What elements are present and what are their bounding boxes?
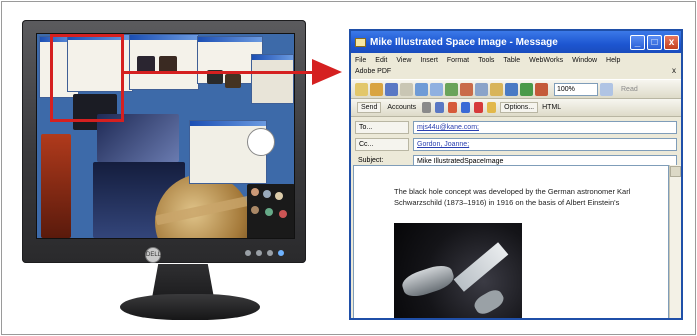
drawing-icon[interactable] bbox=[535, 82, 548, 96]
email-toolbar: Send Accounts Options... HTML bbox=[351, 99, 681, 117]
menu-bar: File Edit View Insert Format Tools Table… bbox=[351, 53, 681, 79]
menu-view[interactable]: View bbox=[396, 55, 411, 66]
importance-high-icon[interactable] bbox=[448, 102, 458, 113]
copy-icon[interactable] bbox=[475, 82, 488, 96]
cc-button[interactable]: Cc... bbox=[355, 138, 409, 151]
menu-tools[interactable]: Tools bbox=[478, 55, 494, 66]
read-button[interactable]: Read bbox=[621, 86, 638, 93]
print-icon[interactable] bbox=[415, 82, 428, 96]
zoom-select[interactable]: 100% bbox=[554, 82, 598, 96]
cut-icon[interactable] bbox=[460, 82, 473, 96]
monitor-button bbox=[245, 250, 251, 256]
menu-help[interactable]: Help bbox=[606, 55, 620, 66]
planet-thumbnail bbox=[263, 190, 271, 198]
new-icon[interactable] bbox=[355, 82, 368, 96]
menu-file[interactable]: File bbox=[355, 55, 366, 66]
planet-thumbnail bbox=[279, 210, 287, 218]
spacecraft-arm bbox=[453, 242, 509, 292]
undo-icon[interactable] bbox=[505, 82, 518, 96]
address-book-icon[interactable] bbox=[435, 102, 445, 113]
open-icon[interactable] bbox=[370, 82, 383, 96]
desktop-image bbox=[41, 134, 71, 238]
menu-close-button[interactable]: x bbox=[672, 65, 676, 76]
vertical-scrollbar[interactable] bbox=[669, 165, 681, 318]
flag-icon[interactable] bbox=[474, 102, 484, 113]
monitor-neck bbox=[152, 264, 214, 298]
save-icon[interactable] bbox=[385, 82, 398, 96]
menu-format[interactable]: Format bbox=[447, 55, 469, 66]
spacecraft-module bbox=[471, 286, 507, 318]
desktop-window bbox=[251, 54, 294, 104]
help-icon[interactable] bbox=[600, 82, 613, 96]
standard-toolbar: 100% Read bbox=[351, 79, 681, 99]
clock-face bbox=[247, 128, 275, 156]
menu-adobe-pdf[interactable]: Adobe PDF bbox=[355, 66, 391, 77]
cc-field[interactable]: Gordon, Joanne; bbox=[413, 138, 677, 151]
monitor-button bbox=[267, 250, 273, 256]
envelope-options-icon[interactable] bbox=[487, 102, 497, 113]
space-thumbnail bbox=[225, 74, 241, 88]
message-format[interactable]: HTML bbox=[542, 104, 561, 111]
menu-insert[interactable]: Insert bbox=[420, 55, 438, 66]
message-body[interactable]: The black hole concept was developed by … bbox=[353, 165, 669, 318]
planet-thumbnail bbox=[265, 208, 273, 216]
send-button[interactable]: Send bbox=[357, 102, 382, 113]
envelope-icon bbox=[355, 37, 366, 47]
body-text: The black hole concept was developed by … bbox=[394, 187, 631, 207]
planet-thumbnail bbox=[275, 192, 283, 200]
menu-window[interactable]: Window bbox=[572, 55, 597, 66]
highlight-box bbox=[50, 34, 124, 122]
menu-webworks[interactable]: WebWorks bbox=[529, 55, 563, 66]
spacecraft-shape bbox=[399, 261, 457, 301]
attach-icon[interactable] bbox=[422, 102, 432, 113]
print-preview-icon[interactable] bbox=[430, 82, 443, 96]
options-button[interactable]: Options... bbox=[500, 102, 539, 113]
close-button[interactable]: x bbox=[664, 34, 679, 50]
menu-table[interactable]: Table bbox=[503, 55, 520, 66]
planet-thumbnail bbox=[251, 206, 259, 214]
menu-edit[interactable]: Edit bbox=[375, 55, 387, 66]
to-button[interactable]: To... bbox=[355, 121, 409, 134]
figure-frame: DELL Mike Illustrated Space Image - Mess… bbox=[1, 1, 696, 335]
power-button bbox=[278, 250, 284, 256]
maximize-button[interactable]: □ bbox=[647, 34, 662, 50]
monitor-logo: DELL bbox=[145, 247, 161, 263]
spelling-icon[interactable] bbox=[445, 82, 458, 96]
minimize-button[interactable]: _ bbox=[630, 34, 645, 50]
paste-icon[interactable] bbox=[490, 82, 503, 96]
window-title: Mike Illustrated Space Image - Message bbox=[370, 36, 558, 48]
arrow-line bbox=[122, 71, 314, 74]
importance-low-icon[interactable] bbox=[461, 102, 471, 113]
space-image bbox=[394, 223, 522, 318]
accounts-dropdown[interactable]: Accounts bbox=[385, 103, 418, 112]
table-icon[interactable] bbox=[520, 82, 533, 96]
title-bar[interactable]: Mike Illustrated Space Image - Message _… bbox=[351, 31, 681, 53]
scroll-up-button[interactable] bbox=[670, 166, 681, 177]
planet-thumbnail bbox=[251, 188, 259, 196]
message-window: Mike Illustrated Space Image - Message _… bbox=[349, 29, 683, 320]
monitor-button bbox=[256, 250, 262, 256]
permission-icon[interactable] bbox=[400, 82, 413, 96]
monitor-base bbox=[120, 294, 260, 320]
arrow-head bbox=[312, 59, 342, 85]
to-field[interactable]: mjs44u@kane.com; bbox=[413, 121, 677, 134]
